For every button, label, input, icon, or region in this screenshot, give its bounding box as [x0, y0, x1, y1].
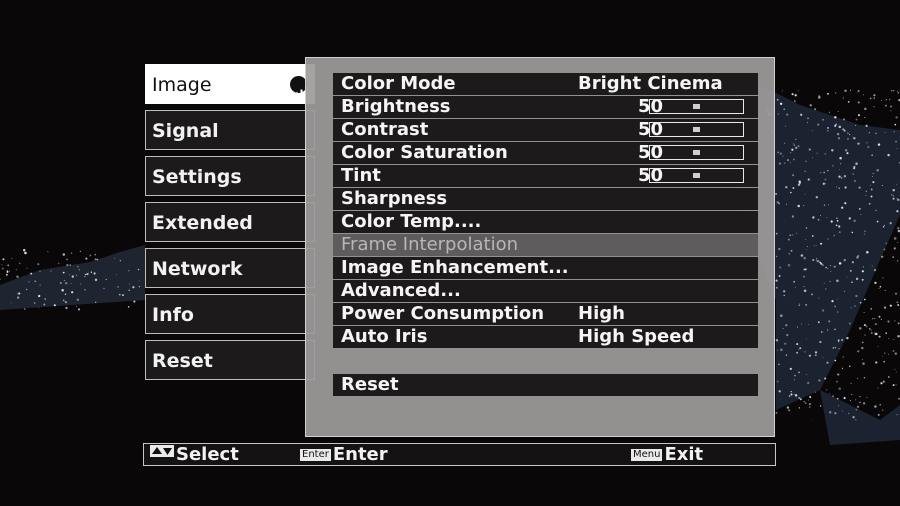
tab-extended[interactable]: Extended	[145, 202, 315, 242]
menu-item-brightness[interactable]: Brightness 50	[333, 96, 758, 118]
item-label: Image Enhancement...	[341, 257, 569, 278]
item-label: Reset	[341, 374, 399, 395]
slider-thumb[interactable]	[693, 150, 700, 155]
tint-slider[interactable]	[649, 168, 744, 183]
enter-hint: Enter Enter	[300, 444, 388, 465]
menu-item-tint[interactable]: Tint 50	[333, 165, 758, 187]
brightness-slider[interactable]	[649, 99, 744, 114]
tab-label: Signal	[152, 120, 219, 142]
tab-settings[interactable]: Settings	[145, 156, 315, 196]
item-label: Color Mode	[341, 73, 456, 94]
menu-item-sharpness[interactable]: Sharpness	[333, 188, 758, 210]
item-label: Color Saturation	[341, 142, 508, 163]
tab-image[interactable]: Image	[145, 64, 315, 104]
menu-item-color-saturation[interactable]: Color Saturation 50	[333, 142, 758, 164]
item-label: Frame Interpolation	[341, 234, 519, 255]
menu-item-color-mode[interactable]: Color Mode Bright Cinema	[333, 73, 758, 95]
select-label: Select	[176, 444, 239, 465]
item-label: Tint	[341, 165, 381, 186]
slider-thumb[interactable]	[693, 173, 700, 178]
tab-label: Settings	[152, 166, 242, 188]
slider-thumb[interactable]	[693, 127, 700, 132]
tab-label: Reset	[152, 350, 213, 372]
tab-signal[interactable]: Signal	[145, 110, 315, 150]
up-down-arrows-icon	[150, 445, 174, 457]
menu-item-frame-interpolation: Frame Interpolation	[333, 234, 758, 256]
item-label: Advanced...	[341, 280, 461, 301]
item-label: Power Consumption	[341, 303, 545, 324]
exit-label: Exit	[664, 444, 704, 465]
tab-reset[interactable]: Reset	[145, 340, 315, 380]
item-label: Sharpness	[341, 188, 448, 209]
enter-key-icon: Enter	[300, 449, 331, 461]
item-value: High Speed	[578, 326, 695, 347]
item-label: Brightness	[341, 96, 451, 117]
item-value: Bright Cinema	[578, 73, 723, 94]
tab-label: Network	[152, 258, 243, 280]
menu-item-power-consumption[interactable]: Power Consumption High	[333, 303, 758, 325]
item-label: Color Temp....	[341, 211, 482, 232]
tab-label: Extended	[152, 212, 253, 234]
menu-item-advanced[interactable]: Advanced...	[333, 280, 758, 302]
enter-label: Enter	[332, 444, 388, 465]
menu-key-icon: Menu	[631, 449, 663, 461]
menu-item-auto-iris[interactable]: Auto Iris High Speed	[333, 326, 758, 348]
tab-label: Image	[152, 74, 212, 96]
tab-label: Info	[152, 304, 194, 326]
slider-thumb[interactable]	[693, 104, 700, 109]
item-value: High	[578, 303, 625, 324]
contrast-slider[interactable]	[649, 122, 744, 137]
menu-item-reset[interactable]: Reset	[333, 374, 758, 396]
image-settings-panel: Color Mode Bright Cinema Brightness 50 C…	[305, 57, 775, 437]
item-label: Contrast	[341, 119, 429, 140]
color-saturation-slider[interactable]	[649, 145, 744, 160]
select-hint: Select	[150, 444, 239, 465]
exit-hint: Menu Exit	[631, 444, 703, 465]
menu-item-color-temp[interactable]: Color Temp....	[333, 211, 758, 233]
tab-info[interactable]: Info	[145, 294, 315, 334]
tab-network[interactable]: Network	[145, 248, 315, 288]
key-guide-bar: Select Enter Enter Menu Exit	[143, 443, 776, 466]
menu-item-contrast[interactable]: Contrast 50	[333, 119, 758, 141]
menu-sidebar: Image Signal Settings Extended Network I…	[145, 64, 315, 386]
menu-item-image-enhancement[interactable]: Image Enhancement...	[333, 257, 758, 279]
item-label: Auto Iris	[341, 326, 428, 347]
